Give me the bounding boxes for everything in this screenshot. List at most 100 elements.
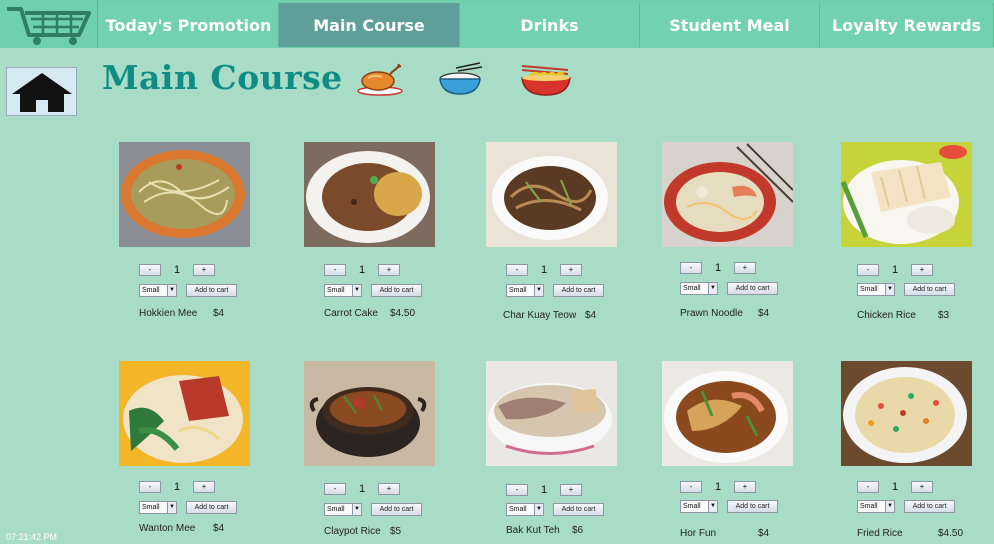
tab-main-course[interactable]: Main Course bbox=[279, 3, 460, 47]
size-select[interactable]: Small ▼ bbox=[139, 284, 177, 297]
increase-qty-button[interactable]: + bbox=[378, 264, 400, 276]
increase-qty-button[interactable]: + bbox=[734, 262, 756, 274]
menu-item-char-kuay-teow: - 1 + Small ▼ Add to cart Char Kuay Teow $… bbox=[486, 142, 626, 332]
size-value: Small bbox=[327, 506, 345, 513]
item-name: Carrot Cake bbox=[324, 308, 378, 319]
chevron-down-icon: ▼ bbox=[352, 284, 362, 297]
increase-qty-button[interactable]: + bbox=[193, 481, 215, 493]
chevron-down-icon: ▼ bbox=[708, 282, 718, 295]
cart-button[interactable] bbox=[0, 0, 98, 48]
size-select[interactable]: Small ▼ bbox=[139, 501, 177, 514]
clock: 07:21:42 PM bbox=[6, 532, 58, 542]
size-value: Small bbox=[509, 287, 527, 294]
decrease-qty-button[interactable]: - bbox=[506, 264, 528, 276]
qty-value: 1 bbox=[358, 483, 366, 495]
tab-drinks[interactable]: Drinks bbox=[460, 3, 640, 47]
qty-value: 1 bbox=[358, 264, 366, 276]
size-value: Small bbox=[142, 504, 160, 511]
increase-qty-button[interactable]: + bbox=[911, 264, 933, 276]
decrease-qty-button[interactable]: - bbox=[680, 262, 702, 274]
size-select[interactable]: Small ▼ bbox=[680, 282, 718, 295]
size-value: Small bbox=[142, 287, 160, 294]
chevron-down-icon: ▼ bbox=[167, 501, 177, 514]
size-select[interactable]: Small ▼ bbox=[506, 284, 544, 297]
menu-item-fried-rice: - 1 + Small ▼ Add to cart Fried Rice $4.50 bbox=[841, 361, 981, 544]
noodle-bowl-icon[interactable] bbox=[518, 62, 574, 98]
food-photo[interactable] bbox=[119, 361, 250, 466]
increase-qty-button[interactable]: + bbox=[734, 481, 756, 493]
tab-todays-promotion[interactable]: Today's Promotion bbox=[99, 3, 279, 47]
add-to-cart-button[interactable]: Add to cart bbox=[904, 500, 955, 513]
decrease-qty-button[interactable]: - bbox=[324, 264, 346, 276]
roast-chicken-icon[interactable] bbox=[354, 62, 406, 96]
food-photo[interactable] bbox=[841, 142, 972, 247]
tab-student-meal[interactable]: Student Meal bbox=[640, 3, 820, 47]
chevron-down-icon: ▼ bbox=[352, 503, 362, 516]
home-icon bbox=[11, 72, 72, 112]
food-photo[interactable] bbox=[841, 361, 972, 466]
add-to-cart-button[interactable]: Add to cart bbox=[371, 503, 422, 516]
decrease-qty-button[interactable]: - bbox=[857, 481, 879, 493]
menu-item-hokkien-mee: - 1 + Small ▼ Add to cart Hokkien Mee $4 bbox=[119, 142, 259, 332]
size-value: Small bbox=[683, 503, 701, 510]
add-to-cart-button[interactable]: Add to cart bbox=[553, 284, 604, 297]
qty-value: 1 bbox=[714, 481, 722, 493]
size-select[interactable]: Small ▼ bbox=[857, 283, 895, 296]
add-to-cart-button[interactable]: Add to cart bbox=[371, 284, 422, 297]
add-to-cart-button[interactable]: Add to cart bbox=[186, 501, 237, 514]
decrease-qty-button[interactable]: - bbox=[680, 481, 702, 493]
size-select[interactable]: Small ▼ bbox=[324, 284, 362, 297]
item-name: Prawn Noodle bbox=[680, 308, 743, 319]
increase-qty-button[interactable]: + bbox=[911, 481, 933, 493]
decrease-qty-button[interactable]: - bbox=[857, 264, 879, 276]
item-price: $4 bbox=[213, 523, 225, 534]
menu-item-claypot-rice: - 1 + Small ▼ Add to cart Claypot Rice $5 bbox=[304, 361, 444, 544]
chevron-down-icon: ▼ bbox=[708, 500, 718, 513]
food-photo[interactable] bbox=[662, 361, 793, 466]
chevron-down-icon: ▼ bbox=[534, 284, 544, 297]
size-value: Small bbox=[509, 506, 527, 513]
food-photo[interactable] bbox=[486, 361, 617, 466]
increase-qty-button[interactable]: + bbox=[378, 483, 400, 495]
chevron-down-icon: ▼ bbox=[885, 500, 895, 513]
size-select[interactable]: Small ▼ bbox=[857, 500, 895, 513]
increase-qty-button[interactable]: + bbox=[193, 264, 215, 276]
add-to-cart-button[interactable]: Add to cart bbox=[186, 284, 237, 297]
menu-item-chicken-rice: - 1 + Small ▼ Add to cart Chicken Rice $3 bbox=[841, 142, 981, 332]
decrease-qty-button[interactable]: - bbox=[139, 264, 161, 276]
increase-qty-button[interactable]: + bbox=[560, 264, 582, 276]
size-select[interactable]: Small ▼ bbox=[680, 500, 718, 513]
add-to-cart-button[interactable]: Add to cart bbox=[727, 282, 778, 295]
decrease-qty-button[interactable]: - bbox=[324, 483, 346, 495]
qty-value: 1 bbox=[173, 481, 181, 493]
decrease-qty-button[interactable]: - bbox=[506, 484, 528, 496]
item-name: Claypot Rice bbox=[324, 526, 381, 537]
item-price: $4 bbox=[213, 308, 225, 319]
food-photo[interactable] bbox=[119, 142, 250, 247]
add-to-cart-button[interactable]: Add to cart bbox=[904, 283, 955, 296]
top-nav: Today's Promotion Main Course Drinks Stu… bbox=[0, 0, 994, 48]
food-photo[interactable] bbox=[486, 142, 617, 247]
item-price: $4 bbox=[585, 310, 597, 321]
food-photo[interactable] bbox=[662, 142, 793, 247]
item-name: Hor Fun bbox=[680, 528, 717, 539]
increase-qty-button[interactable]: + bbox=[560, 484, 582, 496]
size-select[interactable]: Small ▼ bbox=[506, 503, 544, 516]
tab-loyalty-rewards[interactable]: Loyalty Rewards bbox=[820, 3, 994, 47]
food-photo[interactable] bbox=[304, 142, 435, 247]
size-value: Small bbox=[860, 286, 878, 293]
menu-item-wanton-mee: - 1 + Small ▼ Add to cart Wanton Mee $4 bbox=[119, 361, 259, 544]
add-to-cart-button[interactable]: Add to cart bbox=[727, 500, 778, 513]
item-price: $4 bbox=[758, 308, 770, 319]
item-name: Fried Rice bbox=[857, 528, 903, 539]
size-select[interactable]: Small ▼ bbox=[324, 503, 362, 516]
add-to-cart-button[interactable]: Add to cart bbox=[553, 503, 604, 516]
item-name: Wanton Mee bbox=[139, 523, 196, 534]
home-button[interactable] bbox=[6, 67, 77, 116]
decrease-qty-button[interactable]: - bbox=[139, 481, 161, 493]
rice-bowl-icon[interactable] bbox=[434, 62, 486, 96]
item-name: Chicken Rice bbox=[857, 310, 916, 321]
qty-value: 1 bbox=[891, 264, 899, 276]
food-photo[interactable] bbox=[304, 361, 435, 466]
menu-item-hor-fun: - 1 + Small ▼ Add to cart Hor Fun $4 bbox=[662, 361, 802, 544]
